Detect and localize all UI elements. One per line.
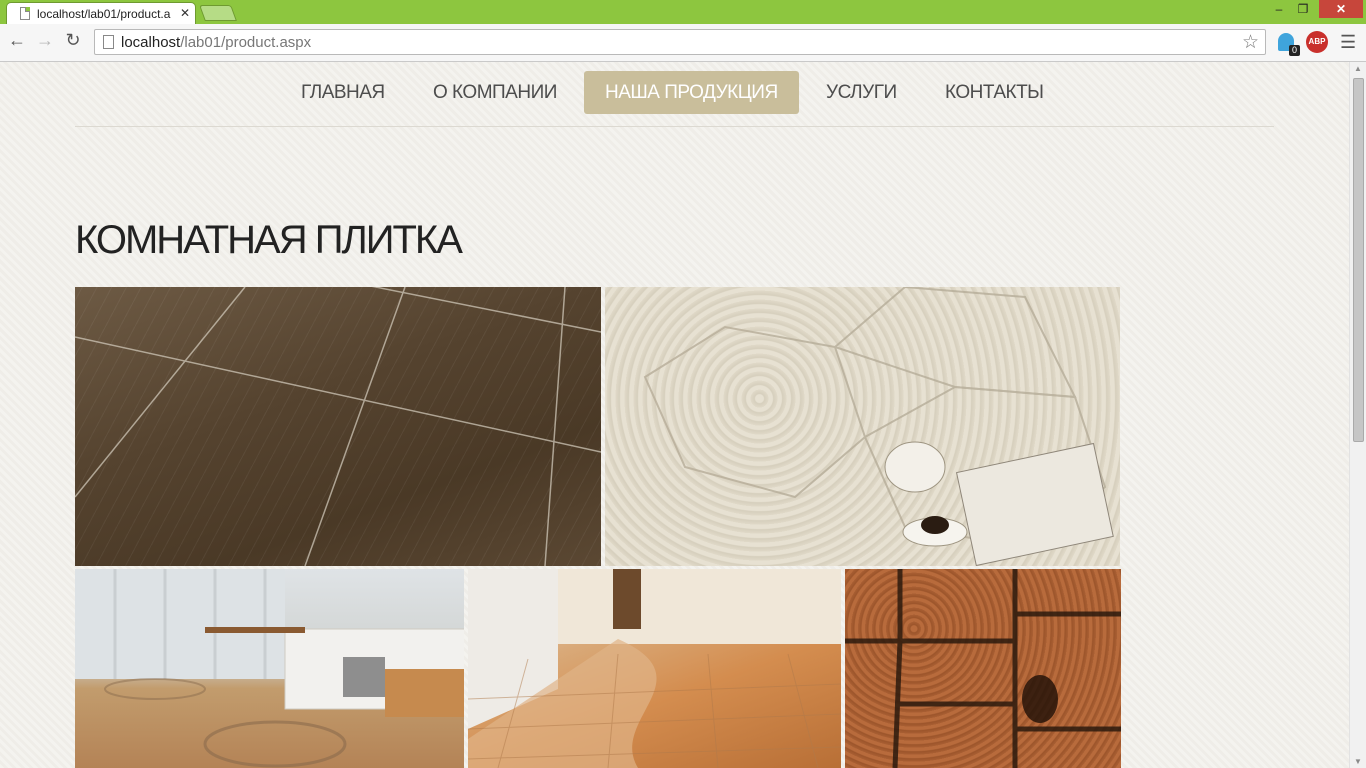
address-bar[interactable]: localhost/lab01/product.aspx ☆ — [94, 29, 1266, 55]
end-grain-wood-tile-photo[interactable] — [845, 569, 1121, 768]
new-tab-button[interactable] — [199, 5, 237, 21]
kitchen-mosaic-floor-photo[interactable] — [75, 569, 464, 768]
window-close-button[interactable]: ✕ — [1319, 0, 1363, 18]
reload-icon[interactable]: ↻ — [62, 30, 84, 51]
vertical-scrollbar[interactable]: ▲ ▼ — [1349, 62, 1366, 768]
nav-item-about[interactable]: О КОМПАНИИ — [433, 71, 557, 114]
terracotta-floor-photo[interactable] — [468, 569, 841, 768]
terracotta-scene — [468, 569, 841, 768]
ghostery-badge: 0 — [1289, 45, 1300, 56]
back-arrow-icon[interactable]: ← — [6, 30, 28, 51]
browser-titlebar: localhost/lab01/product.a ✕ – ❐ ✕ — [0, 0, 1366, 24]
scrollbar-thumb[interactable] — [1353, 78, 1364, 442]
window-restore-button[interactable]: ❐ — [1293, 0, 1313, 18]
tab-title: localhost/lab01/product.a — [37, 7, 171, 21]
forward-arrow-icon[interactable]: → — [34, 30, 56, 51]
browser-tab[interactable]: localhost/lab01/product.a ✕ — [6, 2, 196, 24]
chrome-menu-icon[interactable]: ☰ — [1340, 33, 1356, 51]
nav-item-home[interactable]: ГЛАВНАЯ — [301, 71, 385, 114]
page-icon — [103, 35, 114, 49]
url-host: localhost — [121, 34, 181, 51]
nav-item-contacts[interactable]: КОНТАКТЫ — [945, 71, 1044, 114]
address-url[interactable]: localhost/lab01/product.aspx — [121, 34, 311, 51]
nav-item-services[interactable]: УСЛУГИ — [826, 71, 897, 114]
scroll-up-arrow-icon[interactable]: ▲ — [1354, 64, 1362, 73]
wood-plank-tile-photo[interactable] — [75, 287, 601, 566]
main-navigation: ГЛАВНАЯ О КОМПАНИИ НАША ПРОДУКЦИЯ УСЛУГИ… — [75, 62, 1274, 127]
end-grain-blocks — [845, 569, 1121, 768]
tab-close-icon[interactable]: ✕ — [180, 6, 190, 20]
browser-toolbar: ← → ↻ localhost/lab01/product.aspx ☆ — [0, 24, 1366, 62]
url-path: /lab01/product.aspx — [180, 34, 312, 51]
bookmark-star-icon[interactable]: ☆ — [1242, 31, 1259, 54]
nav-item-products[interactable]: НАША ПРОДУКЦИЯ — [584, 71, 799, 114]
window-minimize-button[interactable]: – — [1270, 0, 1288, 18]
scroll-down-arrow-icon[interactable]: ▼ — [1354, 757, 1362, 766]
hexagon-pattern — [643, 287, 1114, 566]
adblock-plus-icon[interactable]: ABP — [1306, 31, 1328, 53]
page-viewport: ГЛАВНАЯ О КОМПАНИИ НАША ПРОДУКЦИЯ УСЛУГИ… — [0, 62, 1349, 768]
kitchen-scene — [75, 569, 464, 768]
page-icon — [20, 7, 30, 20]
page-title: КОМНАТНАЯ ПЛИТКА — [75, 218, 463, 262]
tile-grout-lines — [75, 287, 601, 566]
hexagon-relief-tile-photo[interactable] — [605, 287, 1120, 566]
